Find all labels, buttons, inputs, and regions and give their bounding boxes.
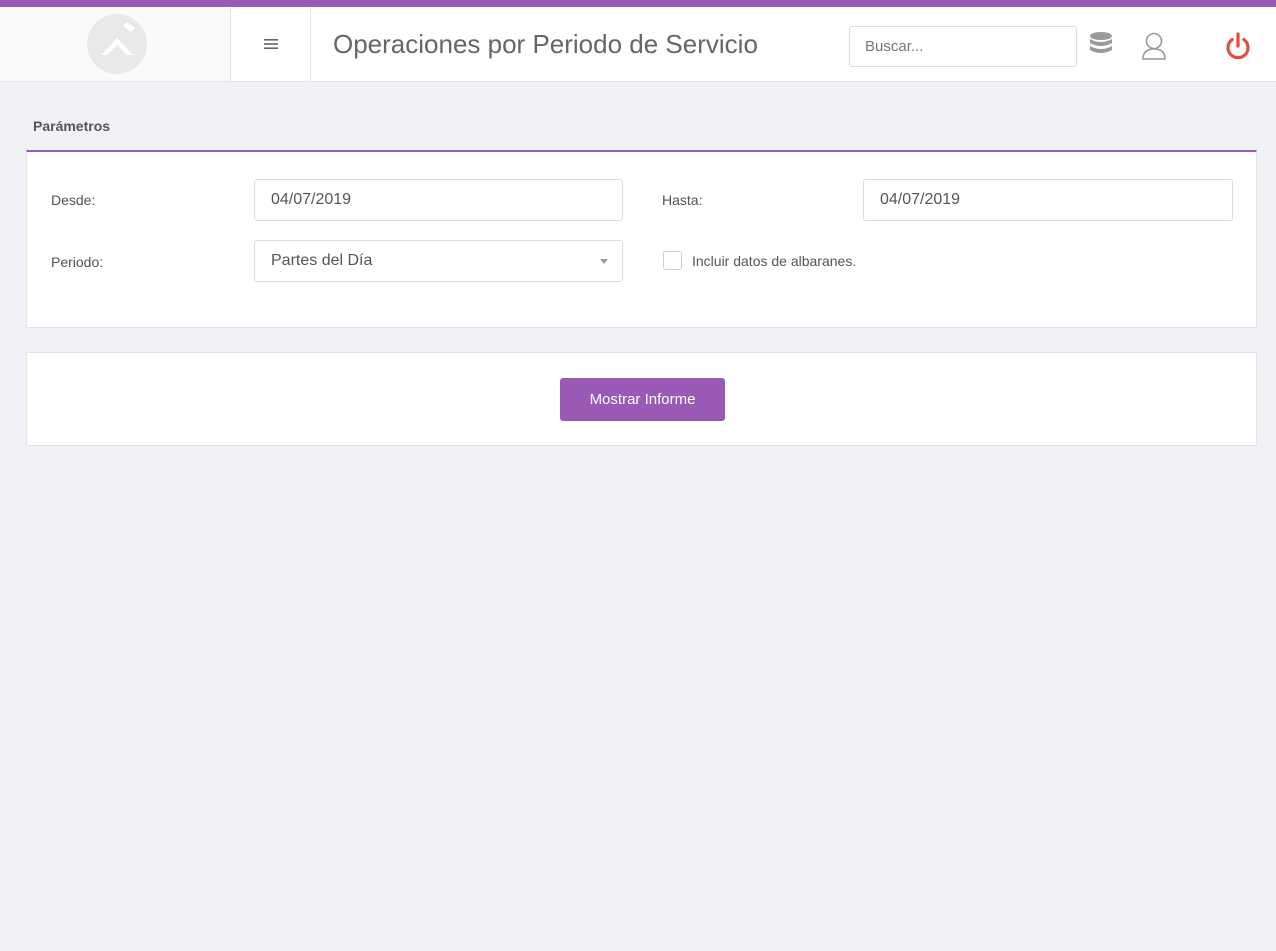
actions-panel: Mostrar Informe: [26, 352, 1257, 446]
hamburger-menu-button[interactable]: [231, 7, 311, 81]
periodo-label: Periodo:: [51, 254, 104, 270]
desde-date-input[interactable]: 04/07/2019: [254, 179, 623, 221]
periodo-selected-value: Partes del Día: [271, 252, 373, 269]
section-title: Parámetros: [33, 118, 111, 134]
desde-label: Desde:: [51, 192, 96, 208]
hamburger-menu-icon: [263, 39, 278, 49]
top-header: Operaciones por Periodo de Servicio: [0, 7, 1276, 82]
include-albaranes-checkbox[interactable]: [663, 251, 682, 270]
logo[interactable]: [87, 14, 147, 74]
show-report-button[interactable]: Mostrar Informe: [560, 378, 725, 421]
hasta-date-input[interactable]: 04/07/2019: [863, 179, 1233, 221]
parameters-panel: Desde: 04/07/2019 Hasta: 04/07/2019 Peri…: [26, 150, 1257, 328]
power-icon[interactable]: [1223, 31, 1253, 61]
page-title: Operaciones por Periodo de Servicio: [333, 29, 758, 59]
include-albaranes-label[interactable]: Incluir datos de albaranes.: [692, 253, 856, 269]
hasta-label: Hasta:: [662, 192, 703, 208]
top-accent-bar: [0, 0, 1276, 7]
user-icon[interactable]: [1141, 31, 1167, 61]
database-icon[interactable]: [1089, 31, 1113, 59]
search-input[interactable]: [849, 26, 1077, 67]
logo-icon: [87, 14, 147, 74]
logo-area: [0, 7, 231, 81]
periodo-select[interactable]: Partes del Día: [254, 240, 623, 282]
chevron-down-icon: [600, 259, 608, 264]
